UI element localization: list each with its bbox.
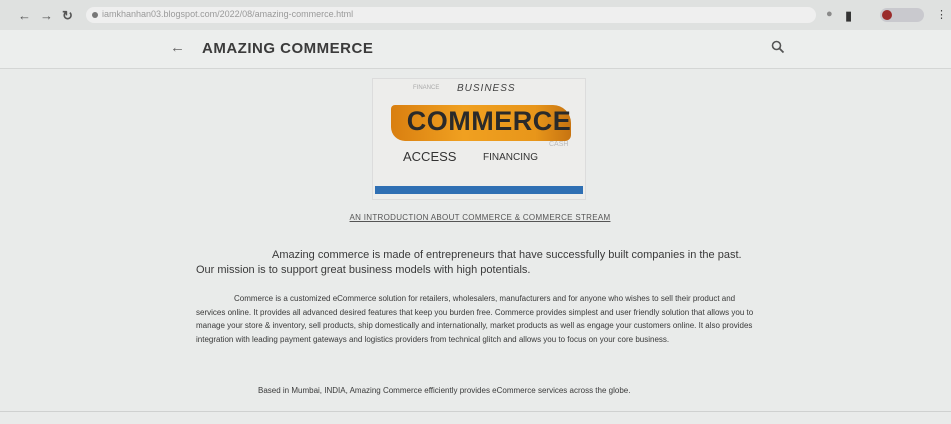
back-arrow-icon[interactable]: ← <box>18 8 31 23</box>
footer-text: Based in Mumbai, INDIA, Amazing Commerce… <box>258 386 631 395</box>
extension-icon[interactable]: ● <box>826 8 833 20</box>
site-header: ← AMAZING COMMERCE <box>0 30 951 69</box>
profile-icon[interactable] <box>880 8 924 22</box>
hero-word-financing: FINANCING <box>483 152 538 163</box>
browser-toolbar: ← → ↻ iamkhanhan03.blogspot.com/2022/08/… <box>0 0 951 31</box>
hero-bar <box>375 186 583 194</box>
back-icon[interactable]: ← <box>170 39 185 56</box>
page-title[interactable]: AMAZING COMMERCE <box>202 40 373 57</box>
url-text: iamkhanhan03.blogspot.com/2022/08/amazin… <box>102 9 354 19</box>
description-paragraph: Commerce is a customized eCommerce solut… <box>196 294 754 344</box>
extension-icon[interactable]: ▮ <box>845 8 852 24</box>
hero-word-access: ACCESS <box>403 149 457 164</box>
hero-image: FINANCE BUSINESS COMMERCE CASH ACCESS FI… <box>372 78 586 200</box>
hero-word-commerce: COMMERCE <box>406 106 572 136</box>
reload-icon[interactable]: ↻ <box>62 8 73 24</box>
hero-word-finance: FINANCE <box>413 85 440 91</box>
menu-icon[interactable]: ⋮ <box>936 8 947 21</box>
forward-arrow-icon[interactable]: → <box>40 8 53 23</box>
lock-icon[interactable] <box>92 12 98 18</box>
search-icon[interactable] <box>770 39 786 55</box>
avatar <box>882 10 892 20</box>
hero-word-cash: CASH <box>549 141 569 148</box>
address-bar[interactable]: iamkhanhan03.blogspot.com/2022/08/amazin… <box>86 7 816 23</box>
intro-paragraph: Amazing commerce is made of entrepreneur… <box>196 249 742 276</box>
divider <box>0 411 951 412</box>
image-caption[interactable]: AN INTRODUCTION ABOUT COMMERCE & COMMERC… <box>320 213 640 222</box>
hero-word-business: BUSINESS <box>457 83 516 94</box>
